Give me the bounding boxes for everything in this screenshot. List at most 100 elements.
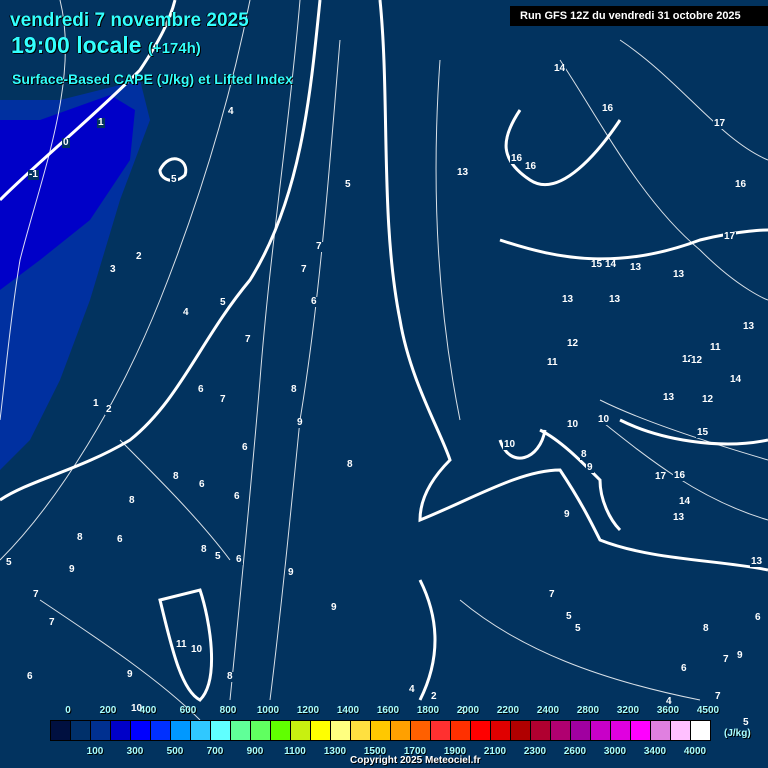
legend-swatch <box>631 721 651 740</box>
legend-swatch <box>51 721 71 740</box>
contour-label: 12 <box>701 394 715 405</box>
contour-label: 15 <box>590 259 604 270</box>
contour-label: 15 <box>696 427 710 438</box>
contour-label: 5 <box>574 623 582 634</box>
contour-label: 10 <box>190 644 204 655</box>
contour-label: 6 <box>198 479 206 490</box>
contour-label: 13 <box>672 269 686 280</box>
contour-label: 8 <box>76 532 84 543</box>
legend-tick-top: 600 <box>179 705 197 716</box>
legend-swatch <box>571 721 591 740</box>
legend-tick-top: 2200 <box>496 705 520 716</box>
contour-label: 8 <box>580 449 588 460</box>
contour-label: 13 <box>608 294 622 305</box>
contour-label: 6 <box>754 612 762 623</box>
contour-label: 12 <box>690 355 704 366</box>
legend-swatch <box>291 721 311 740</box>
legend-swatch <box>231 721 251 740</box>
legend-swatch <box>191 721 211 740</box>
legend-tick-bottom: 900 <box>246 746 264 757</box>
contour-label: 17 <box>713 118 727 129</box>
legend-swatch <box>111 721 131 740</box>
model-run-info: Run GFS 12Z du vendredi 31 octobre 2025 <box>510 6 768 26</box>
contour-label: 13 <box>662 392 676 403</box>
contour-label: 7 <box>244 334 252 345</box>
legend-tick-top: 800 <box>219 705 237 716</box>
cape-map <box>0 0 768 721</box>
contour-label: 3 <box>109 264 117 275</box>
legend-swatch <box>611 721 631 740</box>
contour-label: 10 <box>566 419 580 430</box>
contour-label: 11 <box>709 342 722 353</box>
contour-label: 5 <box>344 179 352 190</box>
legend-swatch <box>531 721 551 740</box>
legend-swatch <box>431 721 451 740</box>
legend-tick-bottom: 500 <box>166 746 184 757</box>
contour-label: 8 <box>290 384 298 395</box>
legend-tick-top: 2400 <box>536 705 560 716</box>
contour-label: 6 <box>310 296 318 307</box>
legend-swatch <box>451 721 471 740</box>
legend-swatch <box>411 721 431 740</box>
local-time: 19:00 locale <box>11 32 142 58</box>
legend-tick-top: 1200 <box>296 705 320 716</box>
contour-label: 5 <box>214 551 222 562</box>
contour-label: 10 <box>597 414 611 425</box>
contour-label: 14 <box>678 496 692 507</box>
legend-tick-bottom: 3000 <box>603 746 627 757</box>
legend-swatch <box>371 721 391 740</box>
legend-swatch <box>351 721 371 740</box>
contour-label: 14 <box>729 374 743 385</box>
legend-tick-top: 200 <box>99 705 117 716</box>
contour-label: 8 <box>702 623 710 634</box>
legend-tick-bottom: 2300 <box>523 746 547 757</box>
contour-label: 5 <box>219 297 227 308</box>
contour-label: 11 <box>175 639 188 650</box>
contour-label: 13 <box>750 556 764 567</box>
legend-tick-bottom: 1300 <box>323 746 347 757</box>
contour-label: 13 <box>672 512 686 523</box>
contour-label: 9 <box>736 650 744 661</box>
color-legend <box>50 720 711 741</box>
legend-tick-top: 2000 <box>456 705 480 716</box>
contour-label: 6 <box>235 554 243 565</box>
contour-label: 2 <box>105 404 113 415</box>
legend-swatch <box>131 721 151 740</box>
contour-label: 7 <box>300 264 308 275</box>
legend-swatch <box>391 721 411 740</box>
contour-label: 7 <box>48 617 56 628</box>
legend-swatch <box>651 721 671 740</box>
contour-label: 7 <box>714 691 722 702</box>
legend-unit: (J/kg) <box>724 728 751 739</box>
copyright: Copyright 2025 Meteociel.fr <box>350 755 481 766</box>
contour-label: 6 <box>116 534 124 545</box>
legend-tick-top: 1000 <box>256 705 280 716</box>
contour-label: 14 <box>553 63 567 74</box>
contour-label: 8 <box>226 671 234 682</box>
contour-label: 7 <box>722 654 730 665</box>
contour-label: 8 <box>346 459 354 470</box>
contour-label: 13 <box>561 294 575 305</box>
contour-label: 16 <box>601 103 615 114</box>
contour-label: 9 <box>126 669 134 680</box>
legend-tick-top: 3600 <box>656 705 680 716</box>
legend-swatch <box>671 721 691 740</box>
contour-label: 9 <box>287 567 295 578</box>
legend-tick-bottom: 100 <box>86 746 104 757</box>
contour-label: 9 <box>296 417 304 428</box>
contour-label: 2 <box>135 251 143 262</box>
legend-swatch <box>211 721 231 740</box>
legend-swatch <box>471 721 491 740</box>
contour-label: 13 <box>456 167 470 178</box>
contour-label: 0 <box>62 137 70 148</box>
contour-label: 5 <box>565 611 573 622</box>
contour-label: 9 <box>330 602 338 613</box>
contour-label: 16 <box>524 161 538 172</box>
legend-tick-top: 4500 <box>696 705 720 716</box>
contour-label: 6 <box>197 384 205 395</box>
contour-label: 1 <box>97 117 105 128</box>
legend-swatch <box>311 721 331 740</box>
contour-label: 1 <box>92 398 100 409</box>
contour-label: 17 <box>654 471 668 482</box>
contour-label: 4 <box>408 684 416 695</box>
